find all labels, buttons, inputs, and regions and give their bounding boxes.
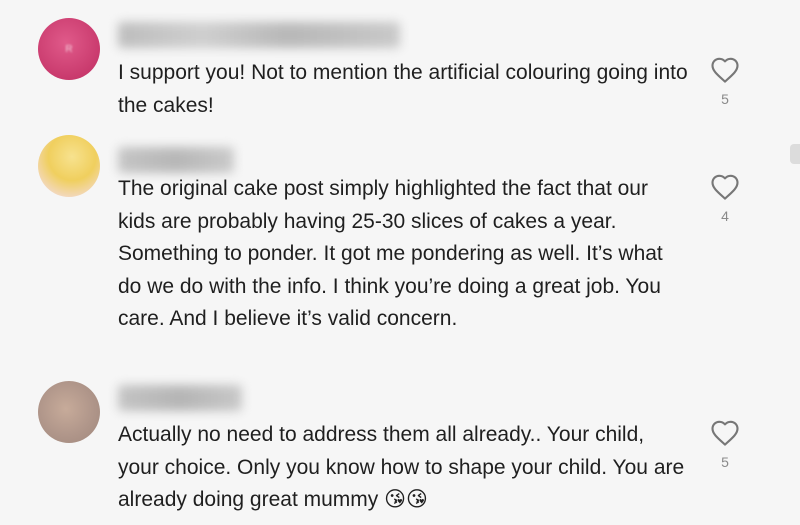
like-count: 4 (721, 208, 729, 224)
like-group: 5 (704, 56, 746, 107)
username-blurred[interactable] (118, 22, 400, 48)
comment-item: R I support you! Not to mention the arti… (0, 0, 800, 135)
comment-text: I support you! Not to mention the artifi… (118, 61, 688, 117)
avatar-initial: R (65, 43, 73, 55)
username-blurred[interactable] (118, 385, 242, 411)
avatar[interactable] (38, 135, 100, 197)
heart-icon[interactable] (710, 56, 740, 84)
like-count: 5 (721, 91, 729, 107)
avatar[interactable]: R (38, 18, 100, 80)
like-group: 4 (704, 173, 746, 224)
avatar[interactable] (38, 381, 100, 443)
comment-item: Actually no need to address them all alr… (0, 375, 800, 525)
comment-item: The original cake post simply highlighte… (0, 135, 800, 375)
username-blurred[interactable] (118, 147, 234, 173)
heart-icon[interactable] (710, 173, 740, 201)
like-count: 5 (721, 454, 729, 470)
comment-text: Actually no need to address them all alr… (118, 423, 685, 511)
comment-text: The original cake post simply highlighte… (118, 177, 663, 330)
like-group: 5 (704, 419, 746, 470)
heart-icon[interactable] (710, 419, 740, 447)
